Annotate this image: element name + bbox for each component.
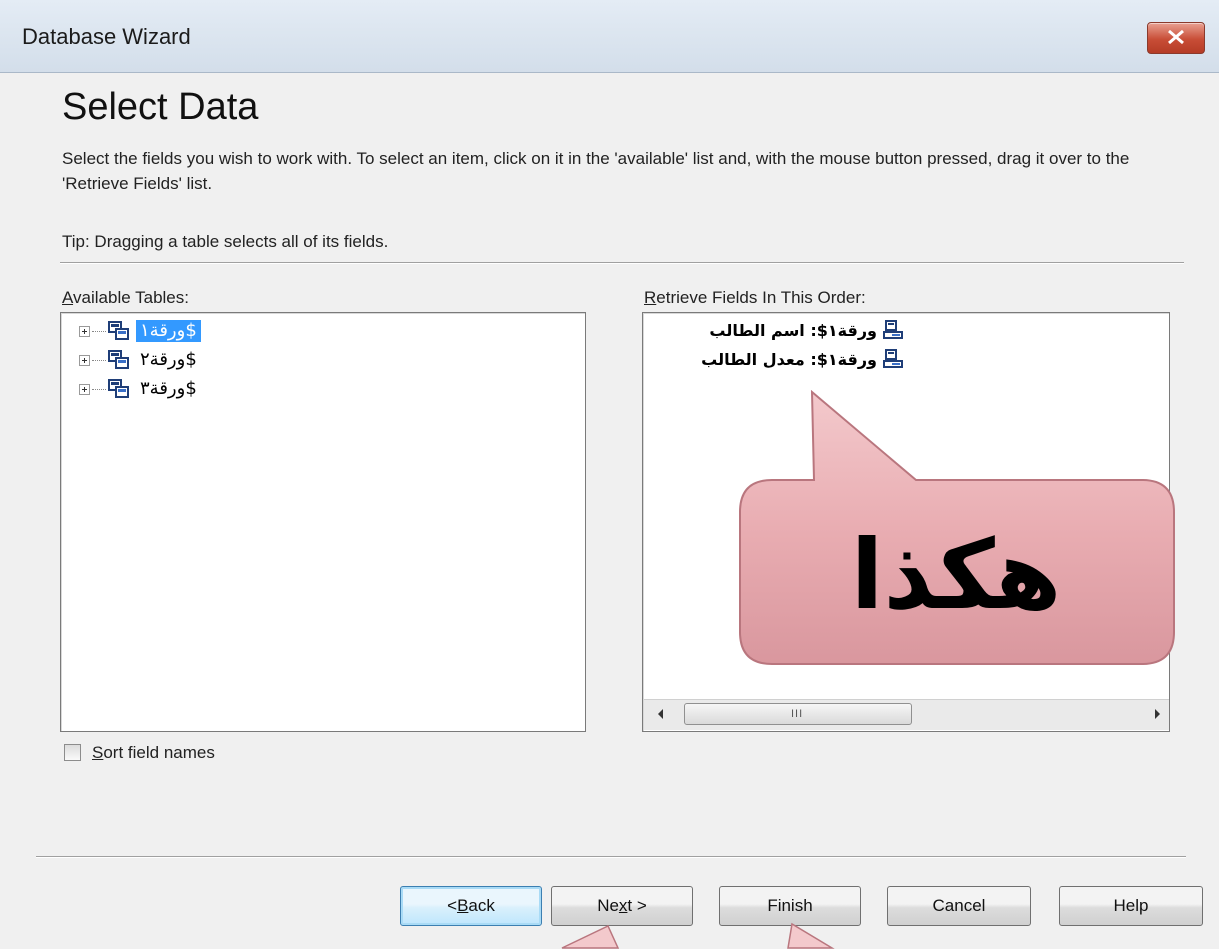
close-icon xyxy=(1168,29,1184,45)
tip-text: Tip: Dragging a table selects all of its… xyxy=(62,232,389,251)
tree-item-label: ورقة٣$ xyxy=(140,378,197,399)
available-tables-list[interactable]: ورقة١$ ورقة٢$ ورقة٣$ xyxy=(60,312,586,732)
scroll-grip: III xyxy=(791,708,804,720)
finish-button[interactable]: Finish xyxy=(719,886,861,926)
table-icon xyxy=(108,379,129,398)
tree-item-label: ورقة٢$ xyxy=(140,349,197,370)
header-divider xyxy=(60,262,1184,264)
next-button[interactable]: Ne x t > xyxy=(551,886,693,926)
arrow-pointer-icon xyxy=(787,922,835,949)
title-bar: Database Wizard xyxy=(0,0,1219,73)
scroll-left-icon[interactable] xyxy=(658,709,663,719)
tree-item-table-2[interactable]: ورقة٢$ xyxy=(79,347,201,373)
tree-item-table-3[interactable]: ورقة٣$ xyxy=(79,376,201,402)
close-button[interactable] xyxy=(1147,22,1205,54)
field-icon xyxy=(883,349,903,368)
horizontal-scrollbar[interactable]: III xyxy=(644,699,1169,730)
help-button[interactable]: Help xyxy=(1059,886,1203,926)
scroll-thumb[interactable]: III xyxy=(684,703,912,725)
expand-icon[interactable] xyxy=(79,354,90,366)
back-button[interactable]: < Back xyxy=(400,886,542,926)
available-tables-label: Available Tables: xyxy=(62,288,189,307)
page-title: Select Data xyxy=(62,86,259,128)
window-title: Database Wizard xyxy=(22,24,191,49)
cancel-button[interactable]: Cancel xyxy=(887,886,1031,926)
field-item[interactable]: ورقة١$: اسم الطالب xyxy=(709,317,903,343)
table-icon xyxy=(108,350,129,369)
table-icon xyxy=(108,321,129,340)
field-label: ورقة١$: معدل الطالب xyxy=(701,349,877,369)
scroll-right-icon[interactable] xyxy=(1155,709,1160,719)
field-icon xyxy=(883,320,903,339)
field-item[interactable]: ورقة١$: معدل الطالب xyxy=(701,346,903,372)
footer-divider xyxy=(36,856,1186,858)
tree-connector xyxy=(92,388,106,390)
field-label: ورقة١$: اسم الطالب xyxy=(709,320,877,340)
expand-icon[interactable] xyxy=(79,325,90,337)
retrieve-fields-label: Retrieve Fields In This Order: xyxy=(644,288,866,307)
tree-item-table-1[interactable]: ورقة١$ xyxy=(79,318,201,344)
callout-text: هكذا xyxy=(850,519,1062,631)
tree-connector xyxy=(92,330,106,332)
page-description: Select the fields you wish to work with.… xyxy=(62,149,1130,193)
tree-connector xyxy=(92,359,106,361)
sort-field-names-checkbox[interactable] xyxy=(64,744,81,761)
arrow-pointer-icon xyxy=(561,924,620,949)
expand-icon[interactable] xyxy=(79,383,90,395)
tree-item-label: ورقة١$ xyxy=(136,320,201,342)
sort-field-names-label: Sort field names xyxy=(92,743,215,762)
